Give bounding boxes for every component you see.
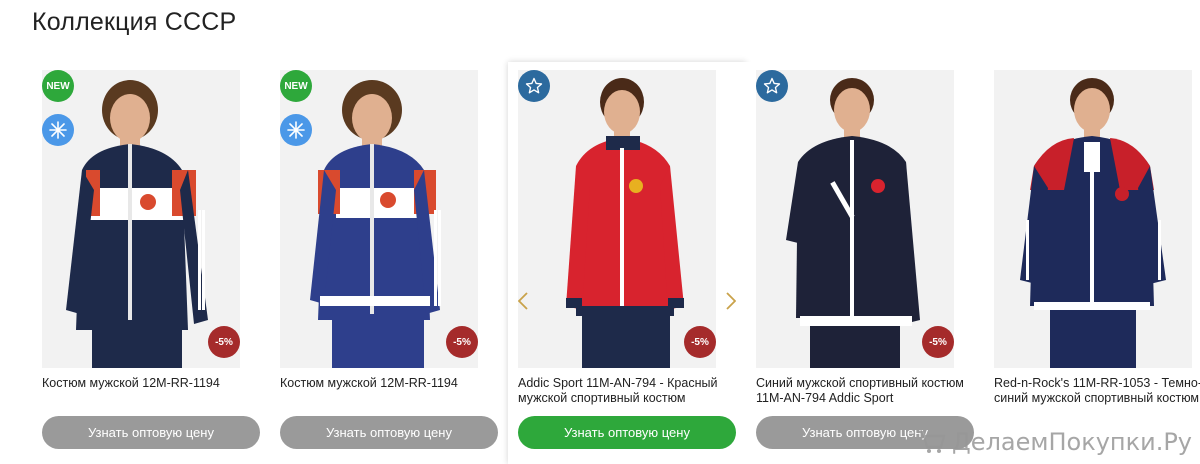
section-title: Коллекция СССР: [32, 8, 237, 36]
carousel-next-arrow[interactable]: [724, 290, 738, 312]
wholesale-price-button[interactable]: Узнать оптовую цену: [42, 416, 260, 449]
wholesale-price-button[interactable]: Узнать оптовую цену: [756, 416, 974, 449]
new-badge: NEW: [42, 70, 74, 102]
product-image[interactable]: NEW -5%: [280, 70, 478, 368]
product-title[interactable]: Костюм мужской 12M-RR-1194: [280, 376, 502, 391]
product-image[interactable]: NEW -5%: [42, 70, 240, 368]
product-image[interactable]: [994, 70, 1192, 368]
product-title[interactable]: Addic Sport 11M-AN-794 - Красный мужской…: [518, 376, 740, 406]
star-icon: [756, 70, 788, 102]
star-icon: [518, 70, 550, 102]
product-card[interactable]: NEW -5% Костюм мужской 12M-RR-1194 Узнат…: [32, 62, 270, 464]
discount-badge: -5%: [208, 326, 240, 358]
new-badge: NEW: [280, 70, 312, 102]
wholesale-price-button[interactable]: Узнать оптовую цену: [518, 416, 736, 449]
discount-badge: -5%: [922, 326, 954, 358]
product-image[interactable]: -5%: [518, 70, 716, 368]
product-title[interactable]: Синий мужской спортивный костюм 11M-AN-7…: [756, 376, 978, 406]
product-card[interactable]: -5% Синий мужской спортивный костюм 11M-…: [746, 62, 984, 464]
product-title[interactable]: Red-n-Rock's 11M-RR-1053 - Темно-синий м…: [994, 376, 1200, 406]
product-image[interactable]: -5%: [756, 70, 954, 368]
wholesale-price-button[interactable]: Узнать оптовую цену: [280, 416, 498, 449]
product-card[interactable]: NEW -5% Костюм мужской 12M-RR-1194 Узнат…: [270, 62, 508, 464]
snowflake-icon: [42, 114, 74, 146]
product-card[interactable]: Red-n-Rock's 11M-RR-1053 - Темно-синий м…: [984, 62, 1200, 464]
snowflake-icon: [280, 114, 312, 146]
product-carousel: NEW -5% Костюм мужской 12M-RR-1194 Узнат…: [0, 62, 1200, 464]
discount-badge: -5%: [446, 326, 478, 358]
product-card-active[interactable]: -5% Addic Sport 11M-AN-794 - Красный муж…: [508, 62, 746, 464]
discount-badge: -5%: [684, 326, 716, 358]
carousel-prev-arrow[interactable]: [516, 290, 530, 312]
product-title[interactable]: Костюм мужской 12M-RR-1194: [42, 376, 264, 391]
